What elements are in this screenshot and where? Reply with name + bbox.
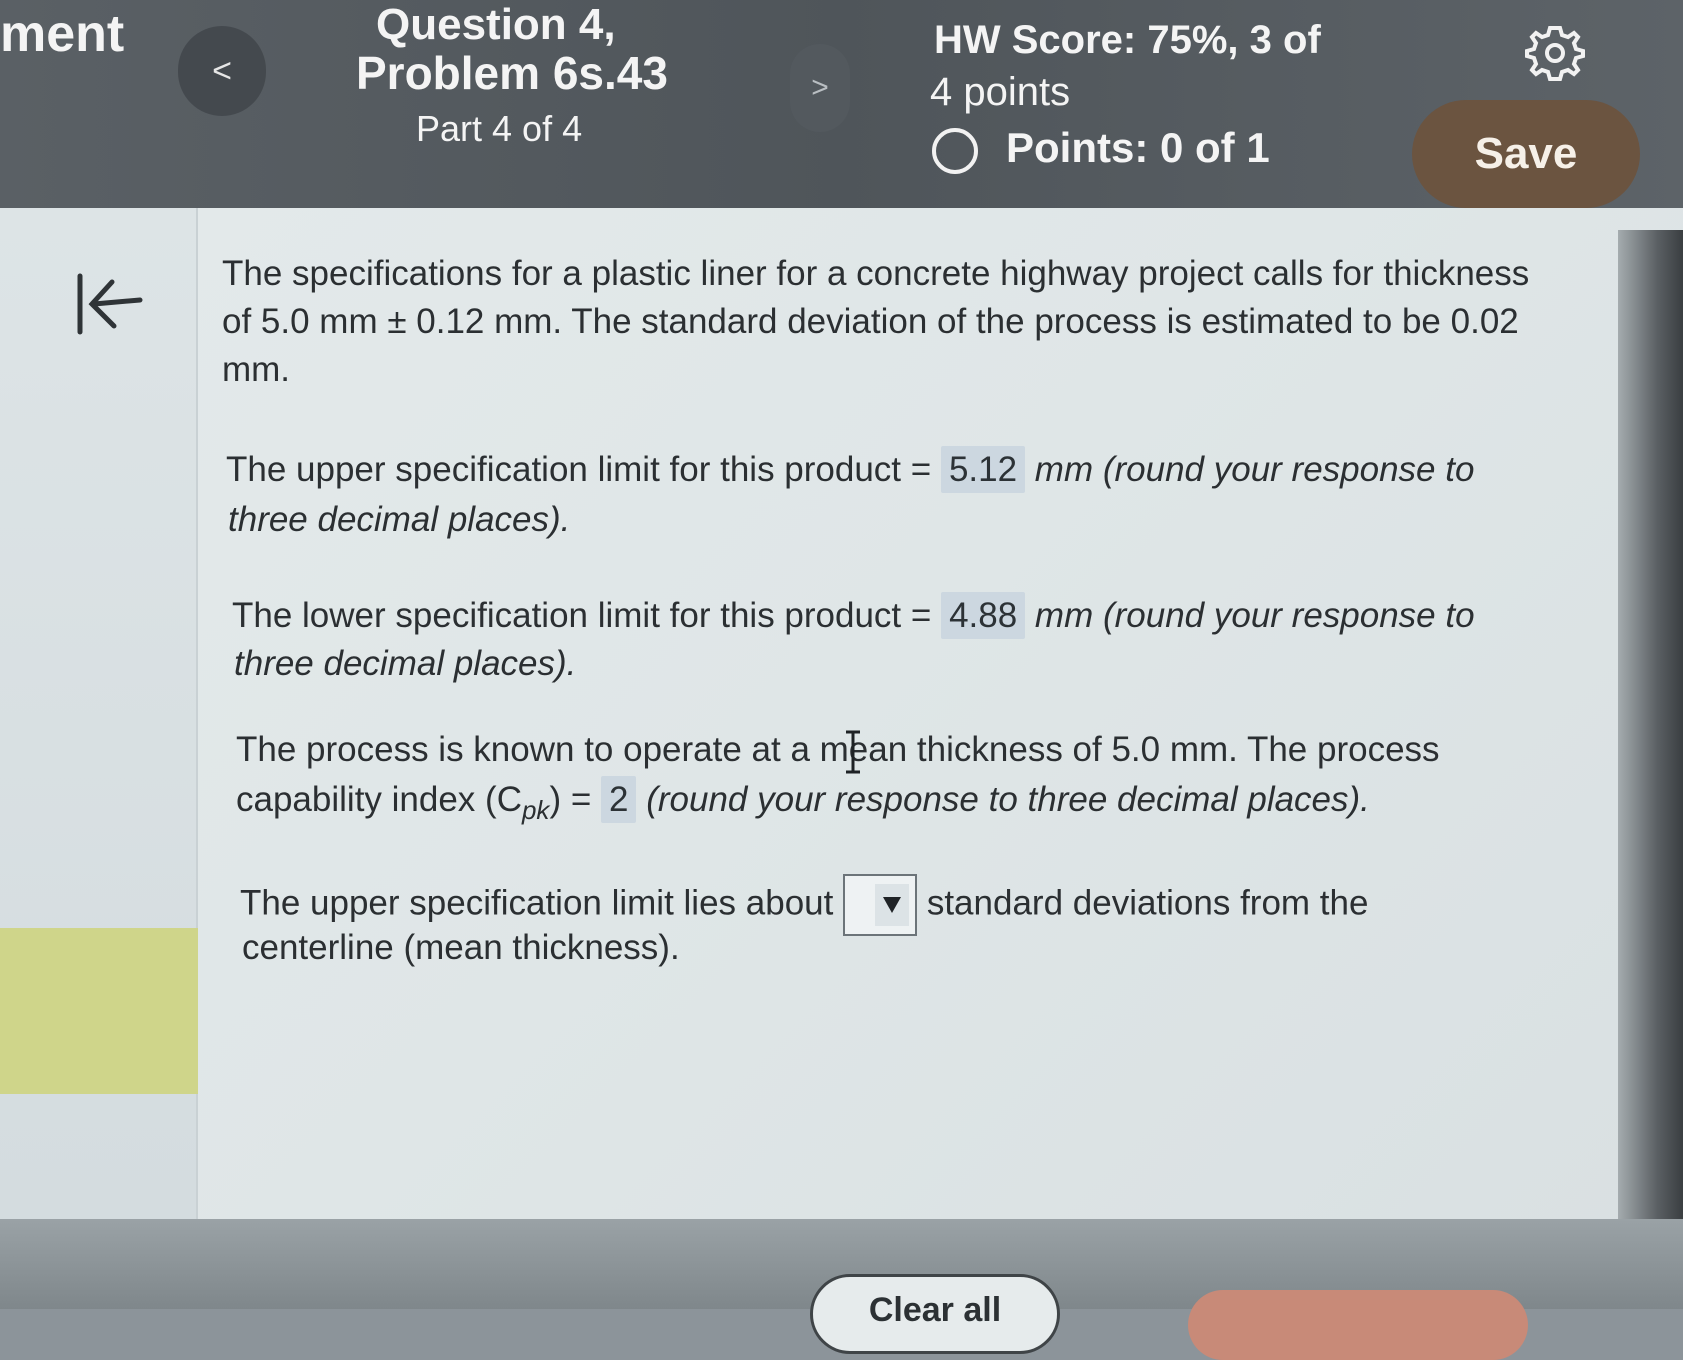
previous-question-button[interactable]: < <box>178 26 266 116</box>
question-number: Question 4, <box>376 0 616 49</box>
question-points: Points: 0 of 1 <box>1006 124 1270 171</box>
usl-suffix: mm (round your response to <box>1034 450 1475 489</box>
lsl-suffix: mm (round your response to <box>1034 596 1475 635</box>
save-button[interactable]: Save <box>1412 100 1640 208</box>
hw-score: HW Score: 75%, 3 of <box>934 18 1321 62</box>
lsl-answer-field[interactable]: 4.88 <box>941 592 1026 639</box>
chevron-right-icon: > <box>811 71 829 104</box>
empty-circle-icon <box>932 128 978 174</box>
part-indicator: Part 4 of 4 <box>416 108 583 149</box>
cpk-line: capability index (Cpk) = 2 (round your r… <box>236 776 1370 834</box>
screen-edge <box>1618 230 1683 1309</box>
chevron-left-icon: < <box>212 51 232 90</box>
question-panel <box>198 208 1683 1219</box>
std-dev-prefix: The upper specification limit lies about <box>240 883 834 923</box>
caret-down-icon <box>875 884 910 926</box>
std-dev-line2: centerline (mean thickness). <box>242 928 680 967</box>
lsl-line: The lower specification limit for this p… <box>232 592 1475 639</box>
cpk-suffix: (round your response to three decimal pl… <box>646 780 1370 819</box>
lsl-line2: three decimal places). <box>234 644 577 683</box>
gear-icon[interactable] <box>1525 22 1585 82</box>
std-dev-suffix: standard deviations from the <box>926 883 1369 923</box>
usl-answer-field[interactable]: 5.12 <box>940 446 1026 493</box>
usl-line: The upper specification limit for this p… <box>226 446 1474 493</box>
sidebar-highlight <box>0 928 198 1094</box>
question-intro-line1: The specifications for a plastic liner f… <box>222 254 1530 293</box>
std-dev-dropdown[interactable] <box>843 874 918 936</box>
cpk-prefix: capability index (C <box>236 780 522 819</box>
cpk-answer-field[interactable]: 2 <box>601 776 637 823</box>
top-bar: ment < Question 4, Problem 6s.43 Part 4 … <box>0 0 1683 208</box>
hw-score-points: 4 points <box>930 70 1071 114</box>
cpk-line1: The process is known to operate at a mea… <box>236 730 1440 769</box>
cpk-equals: ) = <box>549 780 592 819</box>
check-answer-button[interactable] <box>1188 1290 1528 1360</box>
assignment-title-partial: ment <box>0 5 125 63</box>
next-question-button[interactable]: > <box>790 44 850 132</box>
clear-all-button[interactable]: Clear all <box>810 1274 1060 1354</box>
question-intro-line2: of 5.0 mm ± 0.12 mm. The standard deviat… <box>222 302 1519 341</box>
text-cursor-icon <box>846 730 860 774</box>
usl-prefix: The upper specification limit for this p… <box>226 450 932 489</box>
collapse-left-icon[interactable] <box>72 270 144 340</box>
lsl-prefix: The lower specification limit for this p… <box>232 596 932 635</box>
problem-number: Problem 6s.43 <box>356 47 668 99</box>
question-intro-line3: mm. <box>222 350 291 389</box>
usl-line2: three decimal places). <box>228 500 571 539</box>
clear-all-label: Clear all <box>868 1291 1002 1329</box>
cpk-subscript: pk <box>521 795 550 825</box>
